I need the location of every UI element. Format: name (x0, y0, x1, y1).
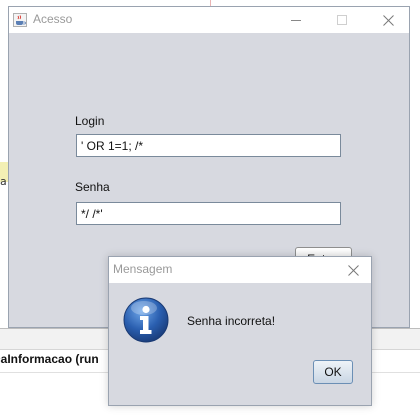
close-icon (347, 264, 359, 276)
message-dialog: Mensagem Senha incorreta! OK (108, 256, 372, 406)
login-window-title: Acesso (33, 12, 73, 26)
minimize-button[interactable] (273, 7, 319, 33)
login-input[interactable]: ' OR 1=1; /* (76, 134, 341, 157)
login-label: Login (75, 114, 105, 128)
background-code-fragment-2: Lc (0, 204, 8, 220)
dialog-close-button[interactable] (335, 257, 371, 283)
senha-input[interactable]: */ /*' (76, 202, 341, 225)
background-output-tab[interactable]: caInformacao (run (0, 348, 120, 370)
message-dialog-title: Mensagem (113, 262, 173, 276)
information-icon (123, 297, 169, 343)
maximize-icon (337, 15, 347, 25)
background-code-fragment-1: ar (0, 175, 8, 188)
java-cup-icon (13, 13, 27, 27)
background-app-right (410, 6, 420, 328)
close-icon (382, 14, 394, 26)
minimize-icon (291, 20, 301, 21)
close-button[interactable] (365, 7, 411, 33)
senha-label: Senha (75, 180, 110, 194)
ok-button[interactable]: OK (313, 360, 353, 384)
message-dialog-titlebar[interactable]: Mensagem (109, 257, 371, 283)
login-window-titlebar[interactable]: Acesso (9, 7, 409, 33)
maximize-button[interactable] (319, 7, 365, 33)
dialog-message: Senha incorreta! (187, 314, 276, 328)
background-code-fragment: ar Lc (0, 160, 8, 220)
background-output-tab-label: caInformacao (run (0, 352, 99, 366)
